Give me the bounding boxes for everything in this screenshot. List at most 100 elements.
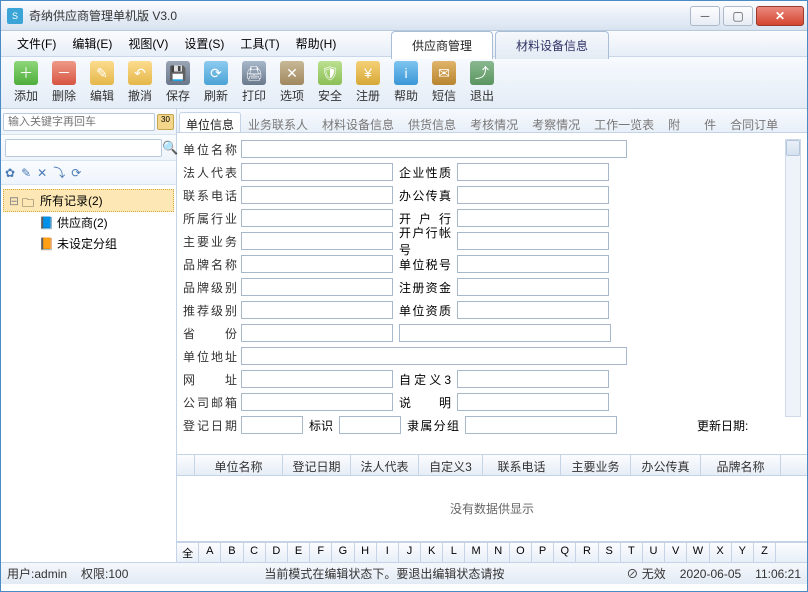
menu-item[interactable]: 设置(S)	[176, 32, 232, 55]
alpha-filter-D[interactable]: D	[266, 543, 288, 562]
field-input[interactable]	[457, 370, 609, 388]
alpha-filter-S[interactable]: S	[599, 543, 621, 562]
search-icon[interactable]: 🔍	[162, 139, 178, 157]
alpha-filter-R[interactable]: R	[576, 543, 598, 562]
alpha-filter-G[interactable]: G	[332, 543, 354, 562]
doc-tab[interactable]: 材料设备信息	[495, 31, 609, 59]
alpha-filter-Z[interactable]: Z	[754, 543, 776, 562]
toolbar-添加[interactable]: ＋添加	[7, 59, 45, 106]
alpha-filter-T[interactable]: T	[621, 543, 643, 562]
filter-input[interactable]	[5, 139, 162, 157]
alpha-filter-F[interactable]: F	[310, 543, 332, 562]
grid-column-header[interactable]: 联系电话	[483, 455, 561, 475]
grid-column-header[interactable]: 品牌名称	[701, 455, 781, 475]
field-input[interactable]	[457, 393, 609, 411]
toolbar-注册[interactable]: ¥注册	[349, 59, 387, 106]
toolbar-退出[interactable]: ⤴退出	[463, 59, 501, 106]
sub-tab[interactable]: 考察情况	[525, 112, 587, 132]
grid-column-header[interactable]: 主要业务	[561, 455, 631, 475]
field-input[interactable]	[457, 301, 609, 319]
doc-tab[interactable]: 供应商管理	[391, 31, 493, 59]
toolbar-删除[interactable]: －删除	[45, 59, 83, 106]
tree-node[interactable]: 📙未设定分组	[3, 233, 174, 254]
sub-tab[interactable]: 材料设备信息	[315, 112, 401, 132]
alpha-filter-A[interactable]: A	[199, 543, 221, 562]
field-input[interactable]	[457, 163, 609, 181]
toolbar-帮助[interactable]: i帮助	[387, 59, 425, 106]
field-input[interactable]	[241, 255, 393, 273]
menu-item[interactable]: 文件(F)	[9, 32, 64, 55]
alpha-filter-K[interactable]: K	[421, 543, 443, 562]
menu-item[interactable]: 视图(V)	[120, 32, 176, 55]
grid-column-header[interactable]: 办公传真	[631, 455, 701, 475]
sub-tab[interactable]: 工作一览表	[587, 112, 661, 132]
field-input[interactable]	[457, 186, 609, 204]
tree-node[interactable]: ⊟🗀所有记录(2)	[3, 189, 174, 212]
toolbar-短信[interactable]: ✉短信	[425, 59, 463, 106]
tree-tool-icon[interactable]: ✕	[37, 166, 47, 180]
toolbar-安全[interactable]: 🛡安全	[311, 59, 349, 106]
field-input[interactable]	[241, 140, 627, 158]
vertical-scrollbar[interactable]	[785, 139, 801, 417]
tree-tool-icon[interactable]: ⤵	[53, 164, 65, 181]
alpha-filter-全[interactable]: 全	[177, 543, 199, 562]
grid-column-header[interactable]: 登记日期	[283, 455, 351, 475]
toolbar-编辑[interactable]: ✎编辑	[83, 59, 121, 106]
alpha-filter-H[interactable]: H	[355, 543, 377, 562]
field-input[interactable]	[465, 416, 617, 434]
field-input[interactable]	[457, 232, 609, 250]
alpha-filter-B[interactable]: B	[221, 543, 243, 562]
alpha-filter-J[interactable]: J	[399, 543, 421, 562]
close-button[interactable]: ✕	[756, 6, 804, 26]
alpha-filter-W[interactable]: W	[687, 543, 709, 562]
maximize-button[interactable]: ▢	[723, 6, 753, 26]
grid-column-header[interactable]: 单位名称	[195, 455, 283, 475]
toolbar-选项[interactable]: ✕选项	[273, 59, 311, 106]
alpha-filter-X[interactable]: X	[710, 543, 732, 562]
field-input[interactable]	[241, 278, 393, 296]
field-input[interactable]	[241, 416, 303, 434]
field-input[interactable]	[241, 393, 393, 411]
alpha-filter-Y[interactable]: Y	[732, 543, 754, 562]
alpha-filter-E[interactable]: E	[288, 543, 310, 562]
menu-item[interactable]: 编辑(E)	[64, 32, 120, 55]
alpha-filter-P[interactable]: P	[532, 543, 554, 562]
field-input[interactable]	[339, 416, 401, 434]
keyword-input[interactable]	[3, 113, 155, 131]
menu-item[interactable]: 帮助(H)	[288, 32, 345, 55]
field-input[interactable]	[241, 301, 393, 319]
field-input[interactable]	[457, 255, 609, 273]
alpha-filter-M[interactable]: M	[465, 543, 487, 562]
sub-tab[interactable]: 业务联系人	[241, 112, 315, 132]
alpha-filter-O[interactable]: O	[510, 543, 532, 562]
field-input[interactable]	[241, 370, 393, 388]
grid-column-header[interactable]: 法人代表	[351, 455, 419, 475]
grid-column-header[interactable]	[177, 455, 195, 475]
field-input[interactable]	[241, 232, 393, 250]
toolbar-打印[interactable]: 🖨打印	[235, 59, 273, 106]
sub-tab[interactable]: 附 件	[661, 112, 723, 132]
grid-column-header[interactable]: 自定义3	[419, 455, 483, 475]
alpha-filter-V[interactable]: V	[665, 543, 687, 562]
sub-tab[interactable]: 考核情况	[463, 112, 525, 132]
alpha-filter-I[interactable]: I	[377, 543, 399, 562]
tree-tool-icon[interactable]: ✎	[21, 166, 31, 180]
alpha-filter-Q[interactable]: Q	[554, 543, 576, 562]
tree-tool-icon[interactable]: ⟳	[71, 166, 81, 180]
alpha-filter-N[interactable]: N	[488, 543, 510, 562]
tree-node[interactable]: 📘供应商(2)	[3, 212, 174, 233]
menu-item[interactable]: 工具(T)	[232, 32, 287, 55]
alpha-filter-U[interactable]: U	[643, 543, 665, 562]
field-input[interactable]	[241, 209, 393, 227]
tree-tool-icon[interactable]: ✿	[5, 166, 15, 180]
toolbar-保存[interactable]: 💾保存	[159, 59, 197, 106]
toolbar-撤消[interactable]: ↶撤消	[121, 59, 159, 106]
field-input[interactable]	[241, 186, 393, 204]
field-input[interactable]	[399, 324, 611, 342]
field-input[interactable]	[457, 278, 609, 296]
toolbar-刷新[interactable]: ⟳刷新	[197, 59, 235, 106]
field-input[interactable]	[241, 347, 627, 365]
sub-tab[interactable]: 合同订单	[723, 112, 785, 132]
sub-tab[interactable]: 单位信息	[179, 112, 241, 132]
alpha-filter-C[interactable]: C	[244, 543, 266, 562]
